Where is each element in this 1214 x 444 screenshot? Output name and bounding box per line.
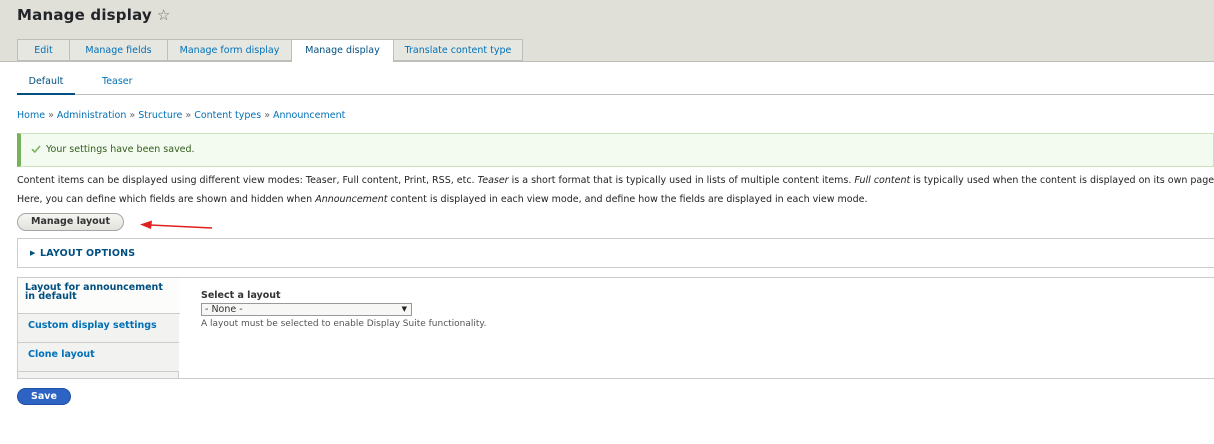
layout-pane: Select a layout - None - ▼ A layout must… xyxy=(201,290,486,329)
layout-options-label[interactable]: LAYOUT OPTIONS xyxy=(40,248,135,259)
tab-manage-fields[interactable]: Manage fields xyxy=(69,39,167,61)
layout-select[interactable]: - None - ▼ xyxy=(201,303,412,316)
vertical-tabs: Layout for announcement in default Custo… xyxy=(17,277,1214,379)
vtab-label: Clone layout xyxy=(28,349,95,360)
status-message: Your settings have been saved. xyxy=(17,133,1214,167)
description-text: Here, you can define which fields are sh… xyxy=(17,194,316,205)
save-button[interactable]: Save xyxy=(17,388,71,405)
subtab-teaser[interactable]: Teaser xyxy=(102,76,133,87)
breadcrumb-separator: » xyxy=(264,110,271,121)
breadcrumb-content-types[interactable]: Content types xyxy=(194,110,261,121)
vtab-label: Custom display settings xyxy=(28,320,157,331)
secondary-tabs: Default Teaser xyxy=(17,70,1214,95)
description-text: content is displayed in each view mode, … xyxy=(387,194,868,205)
vertical-tabs-menu: Layout for announcement in default Custo… xyxy=(18,278,180,378)
description-text: Content items can be displayed using dif… xyxy=(17,175,478,186)
description-emphasis-announcement: Announcement xyxy=(315,194,388,205)
vtab-clone-layout[interactable]: Clone layout xyxy=(18,343,179,372)
tab-edit[interactable]: Edit xyxy=(17,39,69,61)
breadcrumb-separator: » xyxy=(129,110,136,121)
description-text: is typically used when the content is di… xyxy=(910,175,1214,186)
select-layout-help: A layout must be selected to enable Disp… xyxy=(201,319,487,329)
star-outline-icon[interactable]: ☆ xyxy=(157,6,171,24)
page-title-text: Manage display xyxy=(17,6,152,24)
description-text: is a short format that is typically used… xyxy=(508,175,855,186)
vtab-layout-for-announcement[interactable]: Layout for announcement in default xyxy=(18,278,180,314)
page-title: Manage display ☆ xyxy=(17,6,171,24)
breadcrumb-administration[interactable]: Administration xyxy=(57,110,127,121)
tab-translate-content-type[interactable]: Translate content type xyxy=(393,39,523,61)
page-header: Manage display ☆ Edit Manage fields Manag… xyxy=(0,0,1214,62)
tab-manage-display[interactable]: Manage display xyxy=(291,39,393,62)
tab-manage-form-display[interactable]: Manage form display xyxy=(167,39,291,61)
chevron-down-icon: ▼ xyxy=(401,305,407,313)
breadcrumb-announcement[interactable]: Announcement xyxy=(273,110,345,121)
triangle-right-icon: ▶ xyxy=(30,249,36,257)
subtab-default[interactable]: Default xyxy=(17,76,75,95)
select-layout-label: Select a layout xyxy=(201,290,281,301)
description-emphasis-teaser: Teaser xyxy=(477,175,509,186)
layout-options-details[interactable]: ▶ LAYOUT OPTIONS xyxy=(17,238,1214,268)
manage-layout-button[interactable]: Manage layout xyxy=(17,213,124,231)
description-emphasis-full-content: Full content xyxy=(854,175,911,186)
checkmark-icon xyxy=(31,145,41,154)
breadcrumb-separator: » xyxy=(48,110,54,121)
breadcrumb-structure[interactable]: Structure xyxy=(138,110,182,121)
fields-description: Here, you can define which fields are sh… xyxy=(17,194,867,205)
breadcrumb: Home» Administration» Structure» Content ty… xyxy=(17,110,345,121)
view-modes-description: Content items can be displayed using dif… xyxy=(17,175,1214,186)
breadcrumb-home[interactable]: Home xyxy=(17,110,45,121)
breadcrumb-separator: » xyxy=(185,110,192,121)
primary-tabs: Edit Manage fields Manage form display M… xyxy=(17,39,523,62)
annotation-arrow-icon xyxy=(140,220,213,229)
layout-select-value: - None - xyxy=(205,304,243,315)
vtab-custom-display-settings[interactable]: Custom display settings xyxy=(18,314,179,343)
status-message-text: Your settings have been saved. xyxy=(46,144,195,155)
vtab-label: Layout for announcement in default xyxy=(25,282,163,302)
